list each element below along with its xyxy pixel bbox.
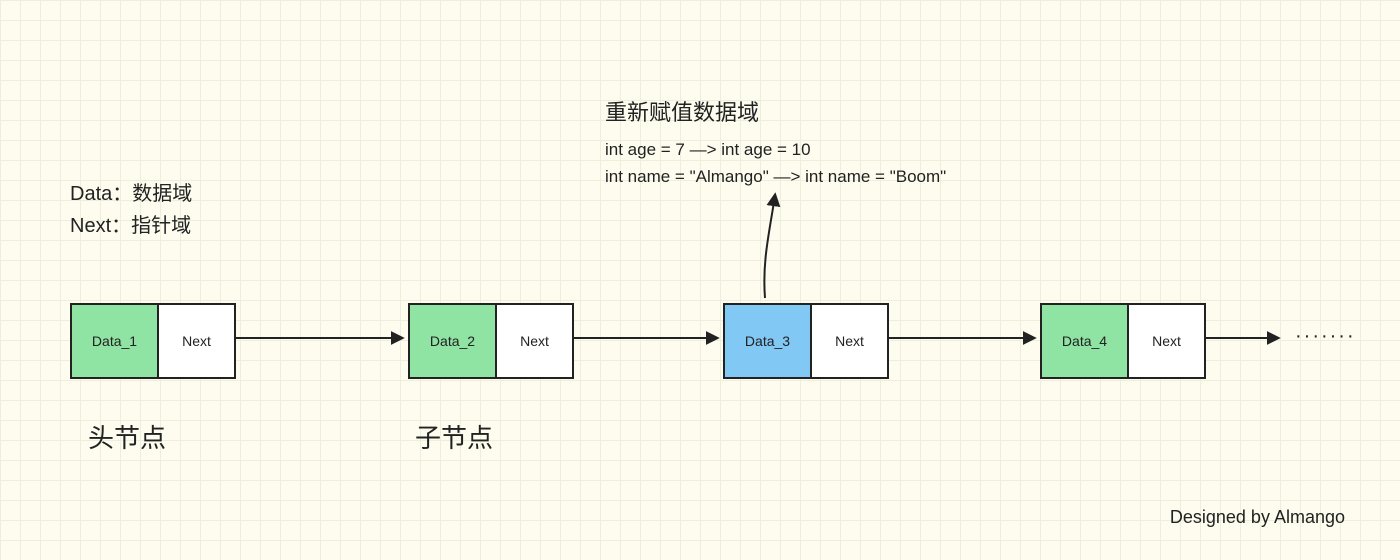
node-3: Data_3 Next <box>723 303 889 379</box>
ellipsis-text: ······· <box>1295 325 1356 348</box>
node-1-data: Data_1 <box>72 305 159 377</box>
node-4: Data_4 Next <box>1040 303 1206 379</box>
credit-text: Designed by Almango <box>1170 507 1345 528</box>
annotation-title: 重新赋值数据域 <box>605 95 946 130</box>
node-4-data: Data_4 <box>1042 305 1129 377</box>
node-1: Data_1 Next <box>70 303 236 379</box>
annotation-line-2: int name = "Almango" —> int name = "Boom… <box>605 163 946 190</box>
caption-child-node: 子节点 <box>415 418 493 455</box>
annotation-line-1: int age = 7 —> int age = 10 <box>605 136 946 163</box>
node-3-next: Next <box>812 305 887 377</box>
node-3-data: Data_3 <box>725 305 812 377</box>
node-2: Data_2 Next <box>408 303 574 379</box>
annotation-box: 重新赋值数据域 int age = 7 —> int age = 10 int … <box>605 95 946 191</box>
node-1-next: Next <box>159 305 234 377</box>
legend-box: Data：数据域 Next：指针域 <box>70 178 192 242</box>
legend-data-label: Data：数据域 <box>70 178 192 210</box>
node-2-data: Data_2 <box>410 305 497 377</box>
arrows-overlay <box>0 0 1400 560</box>
arrow-annotation-to-node3 <box>764 195 775 298</box>
node-4-next: Next <box>1129 305 1204 377</box>
caption-head-node: 头节点 <box>88 418 166 455</box>
node-2-next: Next <box>497 305 572 377</box>
legend-next-label: Next：指针域 <box>70 210 192 242</box>
